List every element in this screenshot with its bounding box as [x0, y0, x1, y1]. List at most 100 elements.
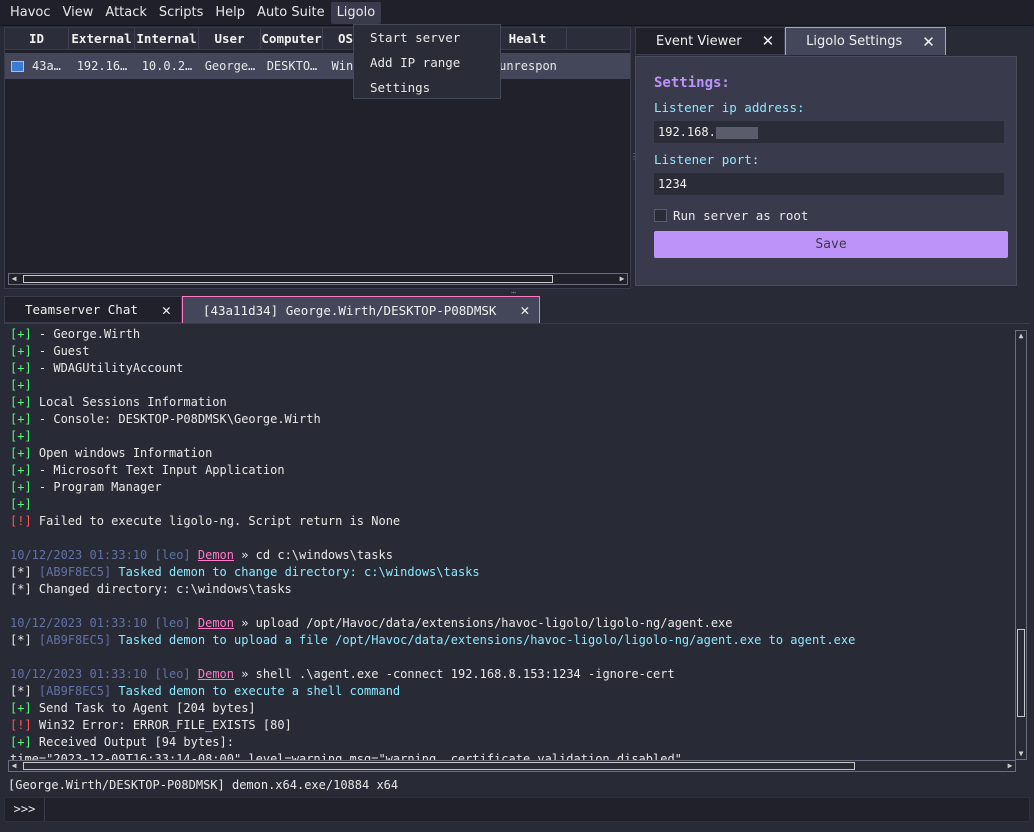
tab-label: Event Viewer — [656, 33, 742, 49]
menu-auto-suite[interactable]: Auto Suite — [251, 2, 331, 24]
task-text: Tasked demon to execute a shell command — [111, 684, 401, 698]
bottom-tab-bar: Teamserver Chat ✕ [43a11d34] George.Wirth/… — [4, 296, 541, 323]
menu-havoc[interactable]: Havoc — [4, 2, 57, 24]
console-line: [+] Open windows Information — [10, 445, 1000, 462]
line-text: Local Sessions Information — [31, 395, 227, 409]
menu-ligolo[interactable]: Ligolo — [330, 1, 382, 24]
console-horizontal-scrollbar[interactable]: ◀ ▶ — [8, 760, 1016, 772]
agent-link[interactable]: Demon — [198, 548, 234, 562]
windows-computer-icon — [11, 61, 24, 72]
menu-item-start-server[interactable]: Start server — [354, 27, 500, 52]
line-prefix: [+] — [10, 327, 32, 341]
tab-label: Ligolo Settings — [806, 34, 903, 49]
table-cell: DESKTO… — [266, 59, 318, 73]
save-button[interactable]: Save — [654, 231, 1008, 258]
console-line: [+] - George.Wirth — [10, 326, 1000, 343]
line-prefix: [+] — [10, 446, 32, 460]
column-header-internal[interactable]: Internal — [135, 28, 199, 49]
operator-name: [leo] — [154, 616, 191, 630]
line-prefix: [+] — [10, 429, 32, 443]
right-panel: Event Viewer ✕ Ligolo Settings ✕ Settings: … — [635, 27, 1031, 289]
menu-item-settings[interactable]: Settings — [354, 77, 500, 102]
menu-view[interactable]: View — [57, 2, 100, 24]
line-text: - Microsoft Text Input Application — [31, 463, 285, 477]
table-cell: 192.16… — [76, 59, 128, 73]
scroll-right-icon[interactable]: ▶ — [617, 274, 627, 284]
console-line: [+] - Microsoft Text Input Application — [10, 462, 1000, 479]
menu-help[interactable]: Help — [209, 2, 251, 24]
agent-link[interactable]: Demon — [198, 616, 234, 630]
column-header-user[interactable]: User — [199, 28, 261, 49]
console-line: [+] — [10, 377, 1000, 394]
line-text: - Guest — [31, 344, 90, 358]
vertical-splitter-handle[interactable]: ⋮ — [630, 152, 638, 161]
console-line: [+] — [10, 428, 1000, 445]
scroll-down-icon[interactable]: ▼ — [1016, 749, 1026, 759]
line-text: Failed to execute ligolo-ng. Script retu… — [31, 514, 401, 528]
console-line: [+] - Console: DESKTOP-P08DMSK\George.Wi… — [10, 411, 1000, 428]
ligolo-settings-panel: Settings: Listener ip address: 192.168. … — [635, 56, 1017, 286]
line-text: - George.Wirth — [31, 327, 141, 341]
menu-attack[interactable]: Attack — [99, 2, 153, 24]
scrollbar-thumb[interactable] — [23, 762, 855, 770]
timestamp: 10/12/2023 01:33:10 — [10, 616, 148, 630]
console-line: [+] Send Task to Agent [204 bytes] — [10, 700, 1000, 717]
command-prompt: >>> — [5, 798, 45, 821]
listener-ip-input[interactable]: 192.168. — [654, 121, 1004, 143]
right-tab-bar: Event Viewer ✕ Ligolo Settings ✕ — [635, 27, 1031, 55]
console-vertical-scrollbar[interactable]: ▲ ▼ — [1015, 330, 1027, 760]
column-header-id[interactable]: ID — [5, 28, 69, 49]
agent-link[interactable]: Demon — [198, 667, 234, 681]
scrollbar-thumb[interactable] — [1017, 629, 1025, 717]
command-text: » upload /opt/Havoc/data/extensions/havo… — [234, 616, 733, 630]
line-text: - Program Manager — [31, 480, 162, 494]
operator-name: [leo] — [154, 667, 191, 681]
menu-scripts[interactable]: Scripts — [153, 2, 209, 24]
task-text: Tasked demon to change directory: c:\win… — [111, 565, 480, 579]
operator-name: [leo] — [154, 548, 191, 562]
command-text: » shell .\agent.exe -connect 192.168.8.1… — [234, 667, 675, 681]
column-header-external[interactable]: External — [69, 28, 135, 49]
ligolo-menu-dropdown: Start server Add IP range Settings — [353, 24, 501, 99]
line-text: - Console: DESKTOP-P08DMSK\George.Wirth — [31, 412, 321, 426]
command-input[interactable] — [45, 798, 1029, 821]
close-icon[interactable]: ✕ — [762, 32, 775, 50]
listener-port-input[interactable]: 1234 — [654, 173, 1004, 195]
listener-ip-label: Listener ip address: — [654, 100, 805, 115]
line-text: Received Output [94 bytes]: — [31, 735, 234, 749]
scroll-left-icon[interactable]: ◀ — [9, 761, 19, 771]
console-line: 10/12/2023 01:33:10 [leo] Demon » cd c:\… — [10, 547, 1000, 564]
tab-ligolo-settings[interactable]: Ligolo Settings ✕ — [785, 27, 946, 55]
line-prefix: [+] — [10, 701, 32, 715]
scroll-right-icon[interactable]: ▶ — [1005, 761, 1015, 771]
timestamp: 10/12/2023 01:33:10 — [10, 667, 148, 681]
console-line: [*] [AB9F8EC5] Tasked demon to execute a… — [10, 683, 1000, 700]
tab-label: Teamserver Chat — [25, 302, 138, 317]
scroll-up-icon[interactable]: ▲ — [1016, 331, 1026, 341]
line-prefix: [+] — [10, 463, 32, 477]
tab-label: [43a11d34] George.Wirth/DESKTOP-P08DMSK — [202, 302, 497, 318]
menu-item-add-ip-range[interactable]: Add IP range — [354, 52, 500, 77]
listener-ip-value: 192.168. — [658, 125, 716, 139]
line-prefix: [*] — [10, 565, 32, 579]
table-row[interactable]: 43a…192.16…10.0.2…George…DESKTO…Wind51su… — [5, 53, 630, 79]
line-prefix: [*] — [10, 582, 32, 596]
line-text: Send Task to Agent [204 bytes] — [31, 701, 256, 715]
scroll-left-icon[interactable]: ◀ — [9, 274, 19, 284]
tab-43a11d34-george-wirth-desktop-p08dmsk[interactable]: [43a11d34] George.Wirth/DESKTOP-P08DMSK ✕ — [181, 296, 541, 323]
line-prefix: [+] — [10, 735, 32, 749]
console-line: [+] - WDAGUtilityAccount — [10, 360, 1000, 377]
column-header-computer[interactable]: Computer — [261, 28, 323, 49]
table-cell: 10.0.2… — [141, 59, 193, 73]
scrollbar-thumb[interactable] — [23, 275, 553, 283]
table-cell: George… — [204, 59, 256, 73]
close-icon[interactable]: ✕ — [922, 33, 935, 51]
task-id: [AB9F8EC5] — [38, 633, 112, 647]
agents-horizontal-scrollbar[interactable]: ◀ ▶ — [8, 273, 628, 285]
tab-teamserver-chat[interactable]: Teamserver Chat ✕ — [4, 296, 182, 323]
tab-event-viewer[interactable]: Event Viewer ✕ — [635, 27, 786, 55]
run-as-root-checkbox[interactable] — [654, 209, 667, 222]
line-prefix: [+] — [10, 361, 32, 375]
close-icon[interactable]: ✕ — [162, 301, 171, 319]
close-icon[interactable]: ✕ — [520, 301, 529, 319]
